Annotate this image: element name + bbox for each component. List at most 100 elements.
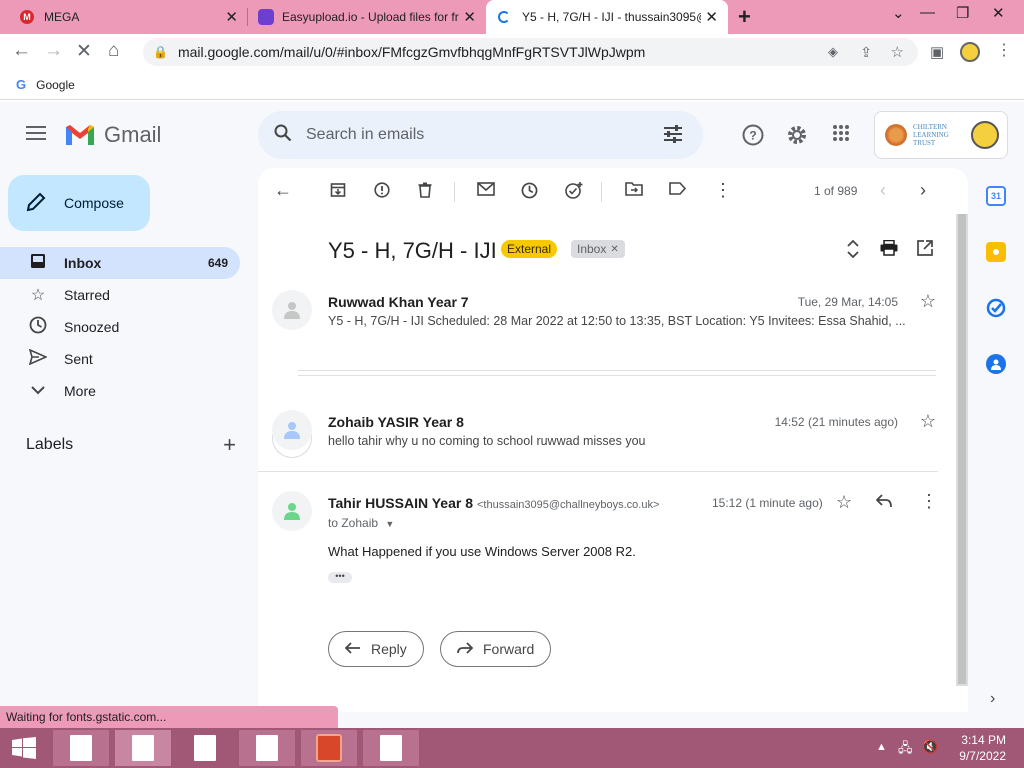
eye-icon[interactable]: ◈ <box>828 44 838 60</box>
message-collapsed[interactable]: Zohaib YASIR Year 8 14:52 (21 minutes ag… <box>272 410 938 456</box>
bookmark-star-icon[interactable]: ☆ <box>891 43 904 61</box>
home-icon[interactable]: ⌂ <box>108 40 119 62</box>
search-icon[interactable] <box>274 124 292 147</box>
open-in-new-window-icon[interactable] <box>917 240 933 261</box>
taskbar-app-document[interactable] <box>363 730 419 766</box>
tasks-icon[interactable] <box>986 298 1006 318</box>
help-icon[interactable]: ? <box>742 124 764 152</box>
snooze-clock-icon[interactable] <box>521 182 538 204</box>
gmail-logo[interactable]: Gmail <box>64 122 161 148</box>
sidebar-item-sent[interactable]: Sent <box>0 343 240 375</box>
profile-avatar[interactable] <box>960 42 980 62</box>
delete-trash-icon[interactable] <box>418 182 432 203</box>
taskbar-app-document[interactable] <box>53 730 109 766</box>
reply-arrow-icon[interactable] <box>875 493 892 513</box>
calendar-icon[interactable]: 31 <box>986 186 1006 206</box>
bookmark-google[interactable]: Google <box>36 78 75 92</box>
add-to-tasks-icon[interactable] <box>565 182 583 204</box>
gmail-app: Gmail ? Chiltern Learning Trust <box>0 102 1024 728</box>
address-bar[interactable]: 🔒 mail.google.com/mail/u/0/#inbox/FMfcgz… <box>143 38 918 66</box>
restore-icon[interactable]: ❐ <box>956 4 969 22</box>
minimize-icon[interactable]: — <box>920 4 935 21</box>
message-collapsed[interactable]: Ruwwad Khan Year 7 Tue, 29 Mar, 14:05 ☆ … <box>272 290 938 336</box>
account-avatar[interactable] <box>971 121 999 149</box>
system-clock[interactable]: 3:14 PM 9/7/2022 <box>959 732 1006 764</box>
add-label-icon[interactable]: + <box>223 432 236 458</box>
inbox-label-chip[interactable]: Inbox ✕ <box>571 240 625 258</box>
star-icon[interactable]: ☆ <box>920 291 936 312</box>
tray-chevron-up-icon[interactable]: ▲ <box>876 741 887 753</box>
close-icon[interactable]: ✕ <box>463 8 476 26</box>
show-trimmed-content-icon[interactable]: ••• <box>328 572 352 583</box>
forward-button[interactable]: Forward <box>440 631 552 667</box>
reply-button[interactable]: Reply <box>328 631 424 667</box>
tab-easyupload[interactable]: Easyupload.io - Upload files for fr ✕ <box>248 0 484 34</box>
mark-unread-icon[interactable] <box>477 182 495 201</box>
taskbar-app-document[interactable] <box>177 730 233 766</box>
older-chevron-icon[interactable]: › <box>920 180 926 201</box>
move-to-icon[interactable] <box>625 182 643 201</box>
inbox-icon <box>26 253 50 274</box>
person-icon <box>284 422 300 439</box>
tab-mega[interactable]: M MEGA ✕ <box>0 0 246 34</box>
taskbar-app-document[interactable] <box>115 730 171 766</box>
forward-icon[interactable]: → <box>44 40 63 62</box>
avatar <box>272 410 312 450</box>
sender-name: Zohaib YASIR Year 8 <box>328 414 464 430</box>
tab-gmail[interactable]: Y5 - H, 7G/H - IJI - thussain3095@ ✕ <box>486 0 728 34</box>
volume-muted-icon[interactable]: 🔇 <box>922 739 938 755</box>
toolbar-divider <box>454 182 455 202</box>
tab-search-chevron-icon[interactable]: ⌄ <box>892 4 905 22</box>
caret-down-icon: ▼ <box>385 519 395 529</box>
sender-name: Ruwwad Khan Year 7 <box>328 294 469 310</box>
taskbar-app-document[interactable] <box>239 730 295 766</box>
close-icon[interactable]: ✕ <box>705 8 718 26</box>
newer-chevron-icon[interactable]: ‹ <box>880 180 886 201</box>
browser-status-bar: Waiting for fonts.gstatic.com... <box>0 706 338 728</box>
keep-icon[interactable] <box>986 242 1006 262</box>
star-icon[interactable]: ☆ <box>920 411 936 432</box>
taskbar-app-red[interactable] <box>301 730 357 766</box>
print-icon[interactable] <box>880 239 898 261</box>
close-icon[interactable]: ✕ <box>225 8 238 26</box>
start-windows-icon[interactable] <box>0 730 48 766</box>
window-close-icon[interactable]: ✕ <box>992 4 1005 22</box>
show-side-panel-chevron-icon[interactable]: › <box>990 690 995 708</box>
main-menu-icon[interactable] <box>26 126 46 140</box>
search-input[interactable] <box>306 126 636 144</box>
label-tag-icon[interactable] <box>669 182 687 200</box>
sidebar-item-snoozed[interactable]: Snoozed <box>0 311 240 343</box>
settings-gear-icon[interactable] <box>786 124 808 152</box>
recipient-line[interactable]: to Zohaib ▼ <box>328 516 394 530</box>
sidebar-item-more[interactable]: More <box>0 375 240 407</box>
star-icon[interactable]: ☆ <box>836 492 852 513</box>
sender-name: Tahir HUSSAIN Year 8 <thussain3095@challn… <box>328 495 659 511</box>
message-more-icon[interactable]: ⋮ <box>920 491 938 512</box>
report-spam-icon[interactable] <box>374 182 390 203</box>
scrollbar-thumb[interactable] <box>958 214 966 684</box>
account-switcher[interactable]: Chiltern Learning Trust <box>874 111 1008 159</box>
stop-loading-icon[interactable]: ✕ <box>76 40 92 63</box>
more-options-icon[interactable]: ⋮ <box>714 180 732 201</box>
archive-icon[interactable] <box>330 182 346 203</box>
new-tab-icon[interactable]: + <box>738 4 751 30</box>
bookmarks-bar: G Google <box>0 70 1024 100</box>
forward-label: Forward <box>483 641 535 657</box>
compose-button[interactable]: Compose <box>8 175 150 231</box>
back-to-inbox-icon[interactable]: ← <box>274 180 292 201</box>
side-panel-icon[interactable]: ▣ <box>930 43 944 61</box>
browser-menu-icon[interactable]: ⋮ <box>996 40 1012 60</box>
pencil-icon <box>26 192 46 215</box>
remove-label-icon[interactable]: ✕ <box>610 244 618 255</box>
share-icon[interactable]: ⇪ <box>860 44 872 61</box>
contacts-icon[interactable] <box>986 354 1006 374</box>
back-icon[interactable]: ← <box>12 40 31 62</box>
apps-grid-icon[interactable] <box>832 124 850 148</box>
sidebar-item-label: Sent <box>64 351 93 367</box>
network-icon[interactable]: 🖧 <box>898 739 913 761</box>
search-options-icon[interactable] <box>663 125 683 148</box>
expand-all-icon[interactable] <box>846 239 860 263</box>
sidebar-item-inbox[interactable]: Inbox 649 <box>0 247 240 279</box>
sidebar-item-starred[interactable]: ☆ Starred <box>0 279 240 311</box>
lock-icon: 🔒 <box>153 45 168 59</box>
